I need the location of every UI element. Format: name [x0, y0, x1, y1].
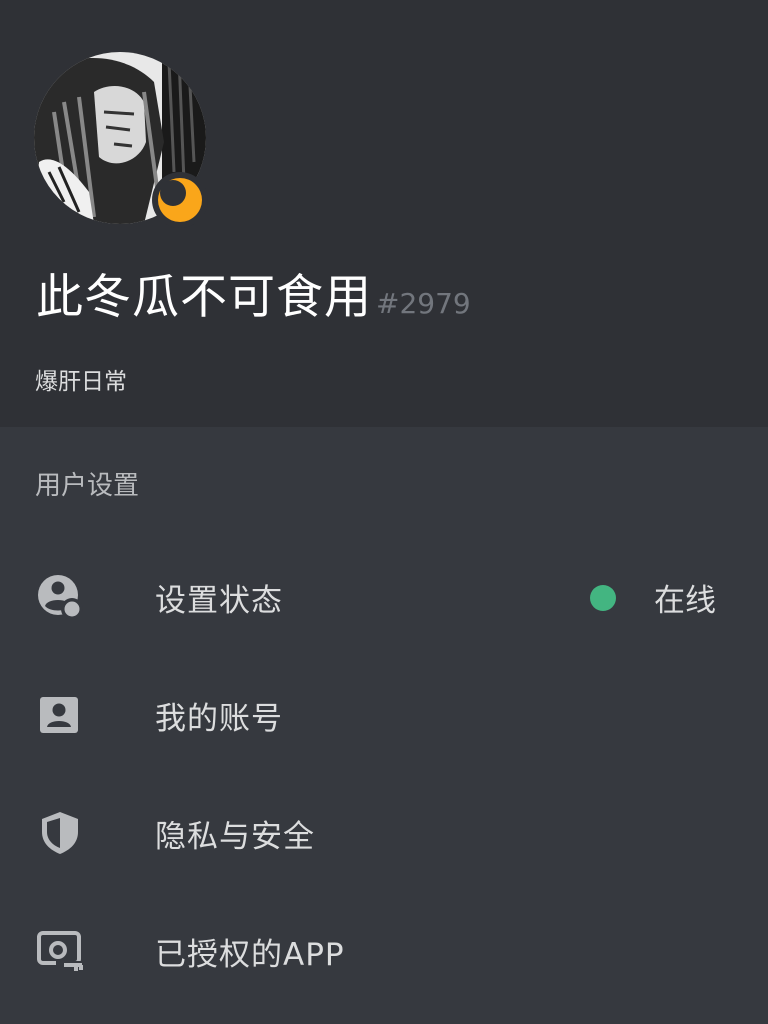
- menu-item-label: 已授权的APP: [155, 937, 345, 973]
- settings-menu: 设置状态 在线 我的账号 隐私与安全 已授权的APP: [0, 537, 768, 1009]
- username: 此冬瓜不可食用: [36, 270, 372, 325]
- discriminator: #2979: [376, 287, 471, 320]
- menu-item-privacy-security[interactable]: 隐私与安全: [0, 773, 768, 891]
- menu-item-label: 隐私与安全: [155, 819, 315, 855]
- custom-status: 爆肝日常: [35, 369, 127, 395]
- menu-item-authorized-apps[interactable]: 已授权的APP: [0, 891, 768, 1009]
- username-row: 此冬瓜不可食用 #2979: [36, 258, 471, 328]
- account-icon: [40, 697, 78, 733]
- profile-header: 此冬瓜不可食用 #2979 爆肝日常: [0, 0, 768, 427]
- avatar-container[interactable]: [34, 52, 208, 228]
- status-value: 在线: [590, 575, 716, 620]
- online-status-dot: [590, 584, 616, 611]
- moon-icon: [158, 178, 202, 222]
- status-icon: [38, 575, 83, 620]
- menu-item-label: 我的账号: [155, 701, 283, 737]
- idle-status-badge: [152, 172, 208, 228]
- section-title: 用户设置: [35, 471, 140, 501]
- menu-item-label: 设置状态: [155, 583, 283, 619]
- authorized-apps-icon: [37, 931, 83, 971]
- menu-item-set-status[interactable]: 设置状态 在线: [0, 537, 768, 655]
- shield-icon: [42, 812, 78, 854]
- status-text: 在线: [654, 583, 716, 619]
- menu-item-my-account[interactable]: 我的账号: [0, 655, 768, 773]
